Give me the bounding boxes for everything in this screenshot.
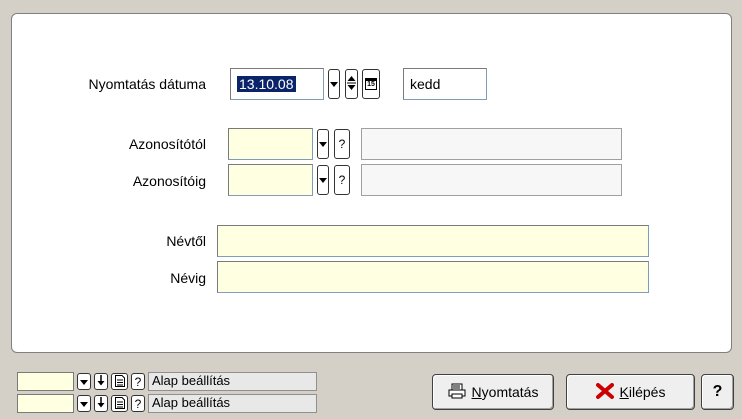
chevron-down-icon	[319, 138, 327, 150]
chevron-down-icon	[330, 78, 338, 90]
exit-button-label: Kilépés	[619, 384, 666, 400]
question-icon: ?	[338, 173, 346, 187]
name-from-label: Névtől	[166, 233, 206, 249]
calendar-icon: 15	[365, 78, 377, 90]
question-icon: ?	[134, 396, 142, 411]
calendar-day: 15	[367, 81, 375, 88]
preset-1-help-button[interactable]: ?	[131, 373, 145, 390]
id-to-label: Azonosítóig	[132, 173, 206, 189]
preset-2-dropdown-button[interactable]	[77, 395, 91, 412]
document-icon	[114, 374, 125, 389]
preset-1-input[interactable]	[17, 372, 74, 391]
document-icon	[114, 396, 125, 411]
print-button-label: Nyomtatás	[471, 384, 539, 400]
id-to-input[interactable]	[228, 164, 313, 196]
print-date-dropdown-button[interactable]	[328, 69, 340, 99]
chevron-down-icon	[319, 174, 327, 186]
name-from-input[interactable]	[217, 225, 649, 257]
preset-1-load-button[interactable]	[94, 373, 108, 390]
id-to-dropdown-button[interactable]	[317, 165, 329, 195]
print-date-input[interactable]: 13.10.08	[230, 68, 324, 100]
preset-1-name: Alap beállítás	[148, 372, 317, 391]
preset-2-name: Alap beállítás	[148, 394, 317, 413]
id-from-input[interactable]	[228, 128, 313, 160]
name-to-label: Névig	[170, 270, 206, 286]
red-x-icon	[595, 382, 614, 402]
spin-updown-icon	[347, 74, 356, 94]
print-date-label: Nyomtatás dátuma	[88, 76, 207, 92]
id-to-lookup-button[interactable]: ?	[334, 165, 350, 195]
printer-icon	[448, 383, 466, 402]
weekday-display: kedd	[403, 68, 487, 100]
id-from-dropdown-button[interactable]	[317, 129, 329, 159]
preset-2-input[interactable]	[17, 394, 74, 413]
id-from-lookup-button[interactable]: ?	[334, 129, 350, 159]
preset-2-document-button[interactable]	[111, 395, 128, 412]
print-date-value: 13.10.08	[237, 76, 296, 92]
id-from-name-display	[361, 128, 622, 160]
id-to-name-display	[361, 164, 622, 196]
preset-1-document-button[interactable]	[111, 373, 128, 390]
exit-button[interactable]: Kilépés	[566, 374, 695, 410]
arrow-down-icon	[97, 375, 105, 388]
question-icon: ?	[134, 374, 142, 389]
help-button-label: ?	[712, 383, 723, 400]
chevron-down-icon	[80, 376, 88, 388]
print-date-spin-button[interactable]	[345, 69, 358, 99]
arrow-down-icon	[97, 397, 105, 410]
chevron-down-icon	[80, 398, 88, 410]
preset-2-help-button[interactable]: ?	[131, 395, 145, 412]
preset-2-load-button[interactable]	[94, 395, 108, 412]
name-to-input[interactable]	[217, 261, 649, 293]
question-icon: ?	[338, 137, 346, 151]
calendar-button[interactable]: 15	[362, 69, 380, 99]
preset-1-dropdown-button[interactable]	[77, 373, 91, 390]
help-button[interactable]: ?	[701, 374, 734, 410]
id-from-label: Azonosítótól	[128, 136, 206, 152]
print-button[interactable]: Nyomtatás	[432, 374, 554, 410]
